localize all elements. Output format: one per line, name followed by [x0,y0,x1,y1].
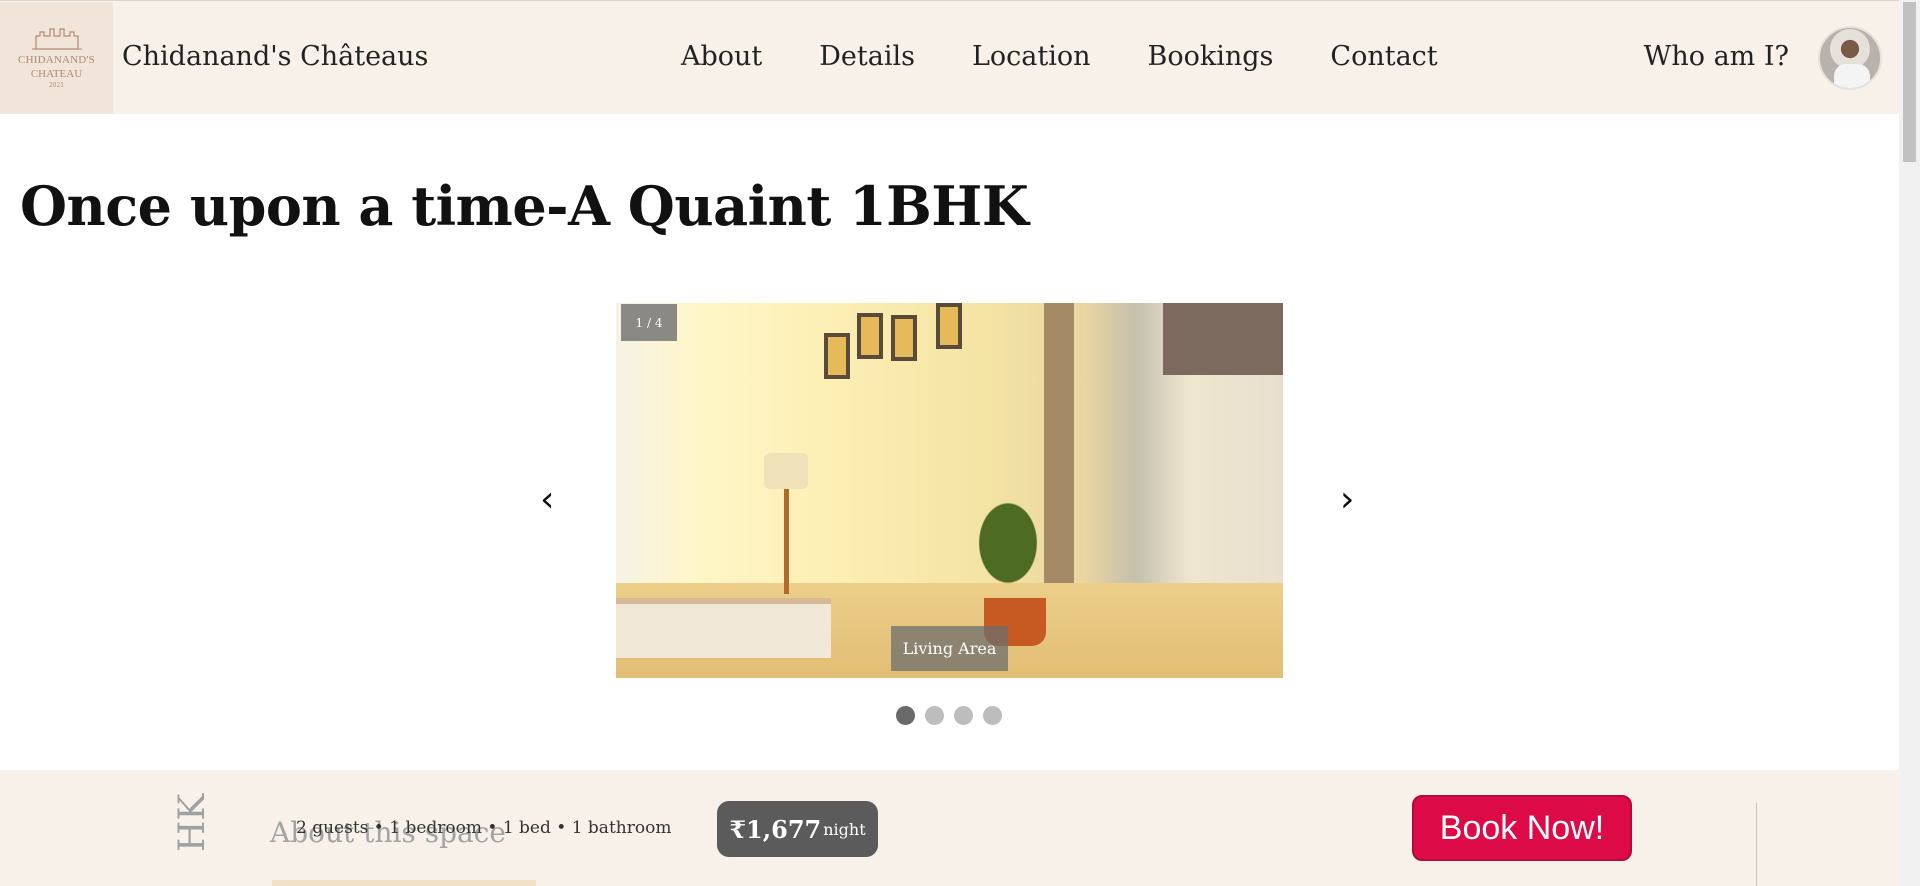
tan-strip [272,880,536,886]
price-badge: ₹1,677 night [717,801,878,857]
photo-plant [968,488,1048,598]
top-header: CHIDANAND'S CHATEAU 2021 Chidanand's Châ… [0,0,1899,114]
page-scrollbar[interactable] [1899,0,1920,886]
photo-lamp [764,453,808,489]
brand-logo[interactable]: CHIDANAND'S CHATEAU 2021 [0,2,113,114]
nav-bookings[interactable]: Bookings [1148,41,1274,72]
photo-carousel[interactable]: 1 / 4 Living Area [616,303,1283,678]
castle-icon [31,28,82,50]
photo-frame [857,313,883,359]
avatar[interactable] [1818,26,1882,90]
page-title: Once upon a time-A Quaint 1BHK [20,174,1029,238]
vertical-section-label: HK [172,793,213,852]
photo-door [1044,303,1074,603]
divider [1756,803,1757,886]
booking-bar: HK About this space 2 guests • 1 bedroom… [0,770,1899,886]
avatar-shirt [1834,64,1870,88]
price-amount: ₹1,677 [729,814,822,844]
carousel-dot[interactable] [954,706,973,725]
logo-line-3: 2021 [48,82,65,89]
logo-line-2: CHATEAU [30,68,83,80]
photo-frame [891,315,917,361]
nav-details[interactable]: Details [819,41,915,72]
listing-stats: 2 guests • 1 bedroom • 1 bed • 1 bathroo… [296,818,672,838]
nav-location[interactable]: Location [972,41,1091,72]
carousel-dot[interactable] [983,706,1002,725]
who-am-i-link[interactable]: Who am I? [1644,41,1789,72]
photo-ceiling [1163,303,1283,375]
carousel-dot[interactable] [925,706,944,725]
photo-frame [936,303,962,349]
carousel-next-button[interactable]: › [1340,482,1354,518]
carousel-dot[interactable] [896,706,915,725]
living-area-photo [616,303,1283,678]
nav-contact[interactable]: Contact [1330,41,1437,72]
scrollbar-thumb[interactable] [1903,2,1916,162]
main-nav: About Details Location Bookings Contact [681,41,1495,72]
slide-caption: Living Area [891,626,1008,671]
carousel-prev-button[interactable]: ‹ [540,482,554,518]
brand-name[interactable]: Chidanand's Châteaus [122,41,428,72]
price-unit: night [823,819,866,839]
photo-frame [824,333,850,379]
slide-counter: 1 / 4 [621,304,677,341]
logo-line-1: CHIDANAND'S [18,54,95,66]
nav-about[interactable]: About [681,41,762,72]
book-now-button[interactable]: Book Now! [1412,795,1632,861]
photo-lamp-stand [784,489,789,594]
photo-bed [616,598,831,658]
carousel-dots [896,706,1002,725]
